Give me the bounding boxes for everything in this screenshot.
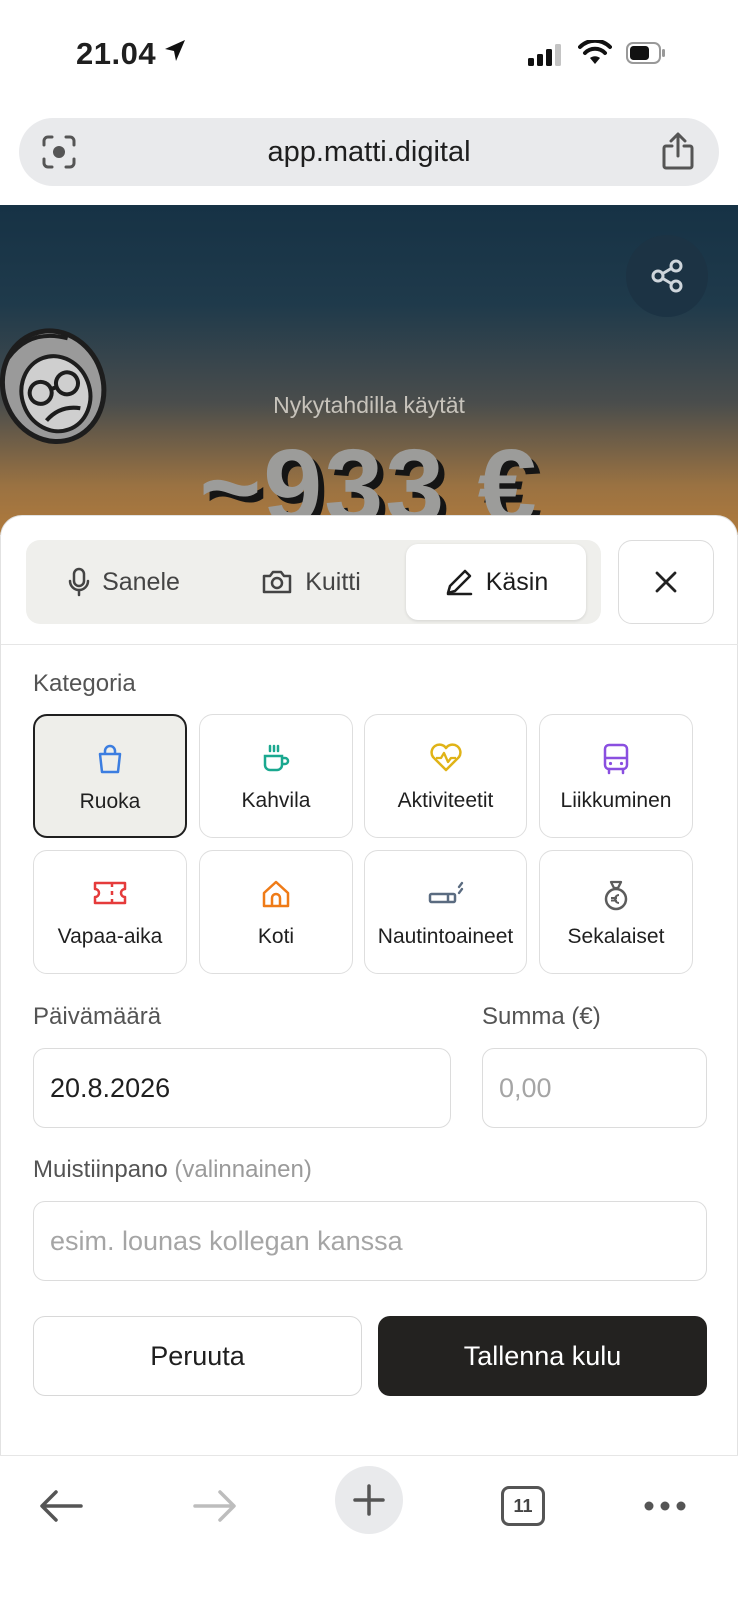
share-icon[interactable] [661, 132, 695, 170]
bus-icon [603, 743, 629, 775]
shopping-bag-icon [98, 744, 122, 774]
microphone-icon [68, 567, 90, 597]
category-aktiviteetit[interactable]: Aktiviteetit [364, 714, 527, 838]
new-tab-button[interactable] [335, 1466, 403, 1534]
arrow-left-icon [40, 1490, 83, 1522]
ticket-icon [93, 881, 127, 905]
more-menu-button[interactable] [640, 1478, 690, 1534]
plus-icon [353, 1484, 385, 1516]
tabs-count: 11 [501, 1486, 545, 1526]
back-button[interactable] [36, 1478, 86, 1534]
cigarette-icon [428, 881, 463, 904]
location-arrow-icon [165, 40, 185, 61]
category-label: Kategoria [33, 670, 136, 697]
browser-toolbar: 11 [0, 1455, 738, 1600]
mode-manual-label: Käsin [485, 567, 549, 596]
close-button[interactable] [618, 540, 714, 624]
category-kahvila[interactable]: Kahvila [199, 714, 353, 838]
category-label-text: Sekalaiset [567, 925, 665, 948]
arrow-right-icon [193, 1490, 236, 1522]
add-expense-sheet: Sanele Kuitti Käsin Kategoria Ruoka Kahv… [0, 515, 738, 1455]
more-dots-icon [644, 1501, 686, 1511]
mode-dictate-label: Sanele [102, 567, 180, 596]
hero-subtitle: Nykytahdilla käytät [273, 392, 465, 418]
mode-receipt-label: Kuitti [305, 567, 361, 596]
battery-icon [626, 42, 665, 64]
category-label-text: Vapaa-aika [57, 925, 163, 948]
note-placeholder: esim. lounas kollegan kanssa [50, 1225, 403, 1256]
note-field[interactable]: esim. lounas kollegan kanssa [33, 1201, 707, 1281]
money-bag-icon [604, 880, 628, 911]
category-label-text: Nautintoaineet [377, 925, 514, 948]
wifi-icon [578, 40, 612, 64]
category-label-text: Aktiviteetit [397, 789, 494, 812]
close-icon [655, 571, 677, 593]
date-field[interactable]: 20.8.2026 [33, 1048, 451, 1128]
category-koti[interactable]: Koti [199, 850, 353, 974]
status-time: 21.04 [76, 36, 157, 71]
amount-placeholder: 0,00 [499, 1072, 552, 1103]
cellular-signal-icon [528, 44, 561, 66]
date-label: Päivämäärä [33, 1003, 162, 1030]
amount-label: Summa (€) [482, 1003, 601, 1030]
note-label-text: Muistiinpano [33, 1156, 168, 1183]
hero-banner: Nykytahdilla käytät ~933 € [0, 205, 738, 535]
cancel-button[interactable]: Peruuta [33, 1316, 362, 1396]
category-label-text: Koti [257, 925, 295, 948]
mode-receipt-button[interactable]: Kuitti [221, 544, 401, 620]
note-label: Muistiinpano (valinnainen) [33, 1156, 312, 1184]
amount-field[interactable]: 0,00 [482, 1048, 707, 1128]
camera-icon [262, 570, 292, 594]
forward-button[interactable] [190, 1478, 240, 1534]
divider [1, 644, 738, 645]
category-label-text: Kahvila [241, 789, 311, 812]
pencil-icon [446, 569, 472, 596]
input-mode-segmented-control: Sanele Kuitti Käsin [26, 540, 601, 624]
tabs-button[interactable]: 11 [498, 1478, 548, 1534]
coffee-cup-icon [263, 744, 290, 772]
house-icon [262, 880, 290, 908]
date-value: 20.8.2026 [50, 1072, 171, 1103]
address-bar[interactable]: app.matti.digital [19, 118, 719, 186]
heart-pulse-icon [429, 743, 462, 772]
category-label-text: Ruoka [79, 790, 141, 813]
mode-manual-button[interactable]: Käsin [406, 544, 586, 620]
share-nodes-icon [651, 259, 683, 293]
url-text[interactable]: app.matti.digital [19, 136, 719, 169]
note-optional-text: (valinnainen) [174, 1156, 312, 1183]
category-sekalaiset[interactable]: Sekalaiset [539, 850, 693, 974]
hero-share-button[interactable] [626, 235, 708, 317]
status-bar: 21.04 [0, 0, 738, 105]
category-liikkuminen[interactable]: Liikkuminen [539, 714, 693, 838]
category-ruoka[interactable]: Ruoka [33, 714, 187, 838]
save-expense-button[interactable]: Tallenna kulu [378, 1316, 707, 1396]
mode-dictate-button[interactable]: Sanele [34, 544, 214, 620]
category-label-text: Liikkuminen [560, 789, 672, 812]
category-vapaa-aika[interactable]: Vapaa-aika [33, 850, 187, 974]
category-nautintoaineet[interactable]: Nautintoaineet [364, 850, 527, 974]
